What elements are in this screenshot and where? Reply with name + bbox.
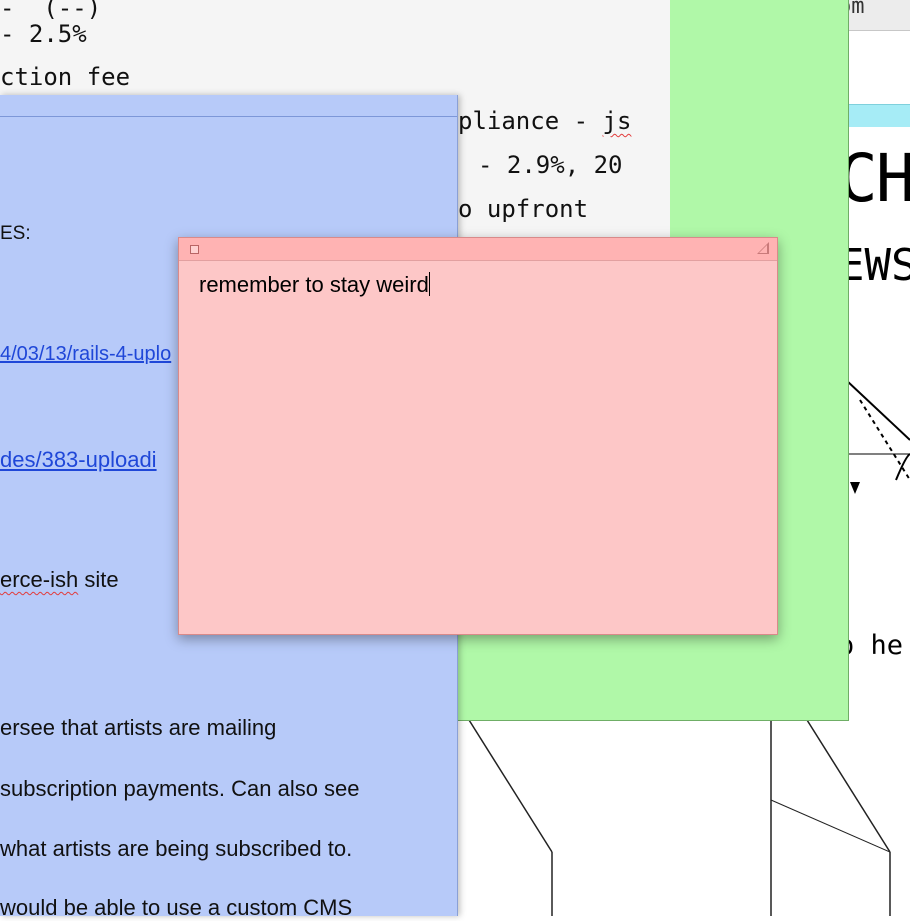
note-text: ersee that artists are mailing bbox=[0, 715, 277, 740]
note-text: would be able to use a custom CMS bbox=[0, 895, 353, 920]
note-link[interactable]: des/383-uploadi bbox=[0, 447, 157, 473]
pink-sticky-note[interactable]: remember to stay weird bbox=[178, 237, 778, 635]
collapse-triangle-inner bbox=[759, 245, 767, 253]
background-window-diagram bbox=[846, 379, 910, 494]
misspelled-word: js bbox=[602, 107, 632, 135]
note-text-area[interactable]: remember to stay weird bbox=[199, 272, 430, 298]
code-line: ction fee bbox=[0, 63, 131, 91]
text-cursor bbox=[428, 272, 430, 296]
note-text: subscription payments. Can also see bbox=[0, 776, 360, 801]
pink-sticky-titlebar[interactable] bbox=[179, 238, 777, 261]
background-line-art bbox=[468, 720, 891, 916]
note-text: erce-ish site bbox=[0, 567, 119, 593]
code-line-partial: - (--) bbox=[0, 0, 102, 22]
note-text-rest: site bbox=[78, 567, 119, 592]
code-line: pliance - js bbox=[458, 107, 631, 135]
note-link[interactable]: 4/03/13/rails-4-uplo bbox=[0, 343, 171, 366]
background-window-header-bar bbox=[848, 104, 910, 127]
code-line: o upfront bbox=[458, 195, 589, 223]
note-text: what artists are being subscribed to. bbox=[0, 836, 353, 861]
close-box-icon[interactable] bbox=[190, 245, 199, 254]
note-text: remember to stay weird bbox=[199, 272, 429, 297]
misspelled-word: erce-ish bbox=[0, 567, 79, 592]
code-line: - 2.5% bbox=[0, 20, 87, 48]
note-text: ES: bbox=[0, 223, 31, 244]
code-line: - 2.9%, 20 bbox=[478, 151, 623, 179]
code-line-text: pliance - js bbox=[458, 107, 632, 135]
blue-sticky-titlebar[interactable] bbox=[0, 95, 457, 117]
